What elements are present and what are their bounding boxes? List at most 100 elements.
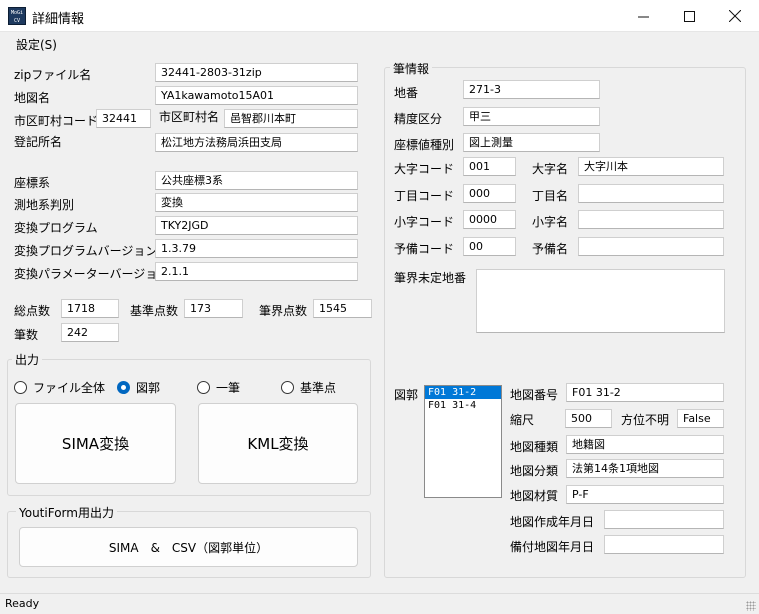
- attached-date-label: 備付地図年月日: [510, 540, 595, 554]
- title-bar[interactable]: MoGi CV 詳細情報: [0, 0, 759, 32]
- oaza-code-field[interactable]: 001: [463, 157, 516, 176]
- oaza-name-field[interactable]: 大字川本: [578, 157, 724, 176]
- program-version-field[interactable]: 1.3.79: [155, 239, 358, 258]
- office-label: 登記所名: [14, 135, 63, 149]
- radio-whole-file-label: ファイル全体: [33, 381, 106, 395]
- coord-system-field[interactable]: 公共座標3系: [155, 171, 358, 190]
- boundary-points-field[interactable]: 1545: [313, 299, 372, 318]
- radio-whole-file[interactable]: ファイル全体: [14, 379, 105, 396]
- close-icon: [729, 10, 741, 22]
- chome-code-field[interactable]: 000: [463, 184, 516, 203]
- app-icon: MoGi CV: [8, 7, 26, 25]
- total-points-field[interactable]: 1718: [61, 299, 119, 318]
- koaza-name-field[interactable]: [578, 210, 724, 229]
- map-class-label: 地図分類: [510, 464, 559, 478]
- radio-circle: [197, 381, 210, 394]
- menu-bar: 設定(S): [0, 33, 759, 53]
- param-version-field[interactable]: 2.1.1: [155, 262, 358, 281]
- koaza-code-field[interactable]: 0000: [463, 210, 516, 229]
- radio-zukaku[interactable]: 図郭: [117, 379, 160, 396]
- program-version-label: 変換プログラムバージョン: [14, 244, 158, 258]
- yobi-name-label: 予備名: [532, 242, 569, 256]
- yobi-name-field[interactable]: [578, 237, 724, 256]
- material-field[interactable]: P-F: [566, 485, 724, 504]
- maximize-icon: [683, 10, 695, 22]
- scale-field[interactable]: 500: [565, 409, 612, 428]
- parcels-field[interactable]: 242: [61, 323, 119, 342]
- list-item[interactable]: F01 31-4: [425, 399, 501, 412]
- radio-base-point[interactable]: 基準点: [281, 379, 336, 396]
- radio-circle: [281, 381, 294, 394]
- program-label: 変換プログラム: [14, 221, 98, 235]
- map-class-field[interactable]: 法第14条1項地図: [566, 459, 724, 478]
- orientation-field[interactable]: False: [677, 409, 724, 428]
- created-date-label: 地図作成年月日: [510, 515, 595, 529]
- window-title: 詳細情報: [32, 12, 85, 27]
- radio-circle-selected: [117, 381, 130, 394]
- map-name-label: 地図名: [14, 91, 51, 105]
- close-button[interactable]: [712, 0, 758, 32]
- kml-convert-button[interactable]: KML変換: [198, 403, 358, 484]
- orientation-label: 方位不明: [621, 413, 670, 427]
- minimize-button[interactable]: [620, 0, 666, 32]
- city-code-field[interactable]: 32441: [96, 109, 151, 128]
- map-type-label: 地図種類: [510, 440, 559, 454]
- city-name-label: 市区町村名: [159, 110, 220, 124]
- zukaku-label: 図郭: [394, 388, 419, 402]
- map-name-field[interactable]: YA1kawamoto15A01: [155, 86, 358, 105]
- zip-label: zipファイル名: [14, 68, 92, 82]
- accuracy-label: 精度区分: [394, 112, 443, 126]
- koaza-code-label: 小字コード: [394, 215, 455, 229]
- list-item[interactable]: F01 31-2: [425, 386, 501, 399]
- program-field[interactable]: TKY2JGD: [155, 216, 358, 235]
- chiban-label: 地番: [394, 86, 419, 100]
- output-group-title: 出力: [12, 351, 43, 368]
- maximize-button[interactable]: [666, 0, 712, 32]
- coord-system-label: 座標系: [14, 176, 51, 190]
- zukaku-listbox[interactable]: F01 31-2 F01 31-4: [424, 385, 502, 498]
- attached-date-field[interactable]: [604, 535, 724, 554]
- chome-name-field[interactable]: [578, 184, 724, 203]
- undetermined-field[interactable]: [476, 269, 725, 333]
- status-text: Ready: [5, 597, 40, 610]
- sima-convert-button[interactable]: SIMA変換: [15, 403, 176, 484]
- chiban-field[interactable]: 271-3: [463, 80, 600, 99]
- param-version-label: 変換パラメーターバージョン: [14, 267, 170, 281]
- radio-zukaku-label: 図郭: [136, 381, 161, 395]
- parcels-label: 筆数: [14, 328, 39, 342]
- zip-field[interactable]: 32441-2803-31zip: [155, 63, 358, 82]
- map-no-field[interactable]: F01 31-2: [566, 383, 724, 402]
- koaza-name-label: 小字名: [532, 215, 569, 229]
- city-name-field[interactable]: 邑智郡川本町: [224, 109, 358, 128]
- material-label: 地図材質: [510, 489, 559, 503]
- sima-csv-button[interactable]: SIMA & CSV（図郭単位）: [19, 527, 358, 567]
- map-no-label: 地図番号: [510, 388, 559, 402]
- coord-type-label: 座標値種別: [394, 138, 455, 152]
- undetermined-label: 筆界未定地番: [394, 271, 467, 285]
- chome-name-label: 丁目名: [532, 189, 569, 203]
- oaza-name-label: 大字名: [532, 162, 569, 176]
- resize-grip-icon[interactable]: [746, 601, 756, 611]
- boundary-points-label: 筆界点数: [259, 304, 308, 318]
- map-type-field[interactable]: 地籍図: [566, 435, 724, 454]
- yobi-code-field[interactable]: 00: [463, 237, 516, 256]
- total-points-label: 総点数: [14, 304, 51, 318]
- base-points-label: 基準点数: [130, 304, 179, 318]
- radio-base-point-label: 基準点: [300, 381, 337, 395]
- geodetic-field[interactable]: 変換: [155, 193, 358, 212]
- radio-ippitsu[interactable]: 一筆: [197, 379, 240, 396]
- youtiform-group-title: YoutiForm用出力: [16, 504, 117, 521]
- status-bar: Ready: [0, 593, 759, 614]
- scale-label: 縮尺: [510, 413, 535, 427]
- minimize-icon: [637, 16, 649, 17]
- base-points-field[interactable]: 173: [184, 299, 243, 318]
- parcel-info-title: 筆情報: [390, 60, 433, 77]
- menu-settings[interactable]: 設定(S): [16, 36, 57, 53]
- office-field[interactable]: 松江地方法務局浜田支局: [155, 133, 358, 152]
- accuracy-field[interactable]: 甲三: [463, 107, 600, 126]
- geodetic-label: 測地系判別: [14, 198, 75, 212]
- coord-type-field[interactable]: 図上測量: [463, 133, 600, 152]
- radio-ippitsu-label: 一筆: [216, 381, 241, 395]
- created-date-field[interactable]: [604, 510, 724, 529]
- yobi-code-label: 予備コード: [394, 242, 455, 256]
